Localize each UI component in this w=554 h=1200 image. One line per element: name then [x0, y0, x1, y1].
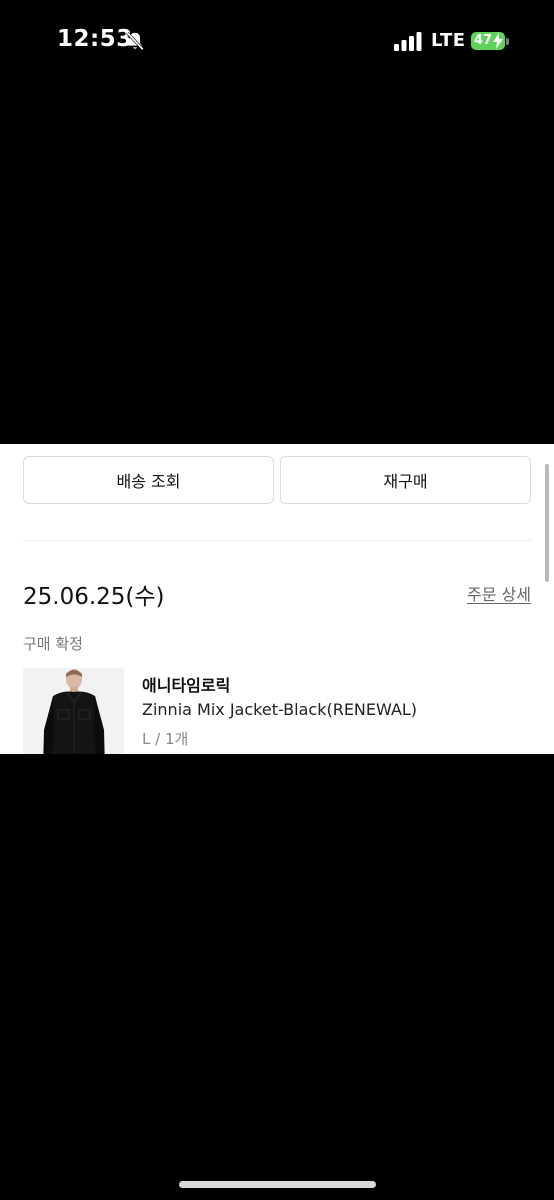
bolt-icon	[493, 33, 503, 49]
battery-icon: 47	[471, 30, 511, 52]
order-detail-link[interactable]: 주문 상세	[467, 581, 531, 605]
divider	[23, 540, 531, 541]
brand-name[interactable]: 애니타임로릭	[142, 672, 230, 696]
order-status: 구매 확정	[23, 635, 83, 653]
screen: 12:53 LTE 47 배송 조회 재구매 25.06.25(수) 주문 상세	[0, 0, 554, 1200]
order-card-panel: 배송 조회 재구매 25.06.25(수) 주문 상세 구매 확정 애니타임로릭…	[0, 444, 554, 754]
home-indicator[interactable]	[179, 1181, 376, 1188]
track-delivery-button[interactable]: 배송 조회	[23, 456, 274, 504]
battery-cap	[506, 38, 509, 45]
product-thumbnail[interactable]	[23, 668, 124, 754]
product-option: L / 1개	[142, 730, 189, 748]
scrollbar[interactable]	[545, 464, 549, 582]
status-bar: 12:53 LTE 47	[0, 0, 554, 84]
order-date: 25.06.25(수)	[23, 584, 165, 610]
bell-slash-icon	[126, 31, 144, 51]
product-name[interactable]: Zinnia Mix Jacket-Black(RENEWAL)	[142, 700, 417, 719]
signal-icon	[394, 32, 422, 51]
product-photo	[23, 668, 124, 754]
status-time: 12:53	[57, 26, 133, 52]
network-label: LTE	[431, 30, 466, 51]
rebuy-button[interactable]: 재구매	[280, 456, 531, 504]
